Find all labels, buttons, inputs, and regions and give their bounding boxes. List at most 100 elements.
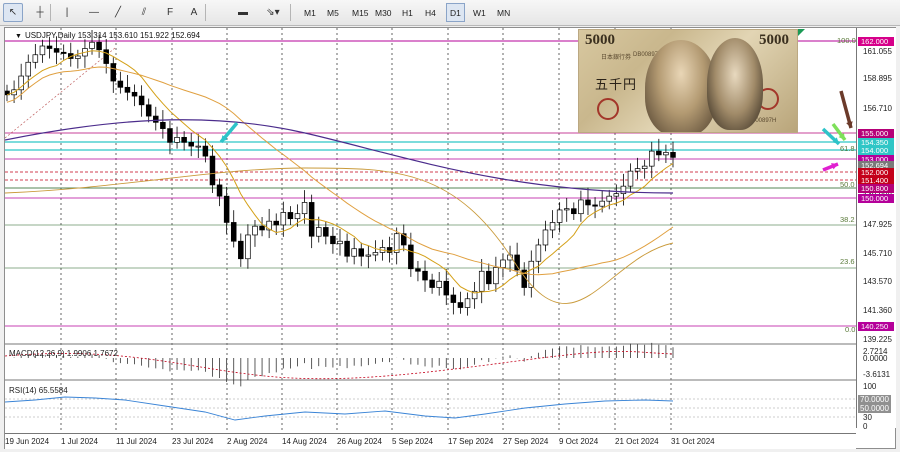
candle-body	[60, 51, 67, 54]
vertical-line-tool-button[interactable]: |	[57, 3, 77, 22]
candle-body	[273, 220, 279, 226]
candle-body	[634, 168, 641, 172]
timeframe-m1[interactable]: M1	[300, 3, 320, 22]
trendline-icon: ╱	[114, 7, 122, 18]
rsi-label: RSI(14) 65.5584	[9, 386, 68, 395]
candle-body	[216, 184, 223, 197]
candle-body	[386, 247, 393, 253]
timeframe-w1[interactable]: W1	[469, 3, 490, 22]
date-axis[interactable]: 19 Jun 2024 1 Jul 2024 11 Jul 2024 23 Jul 2…	[5, 433, 856, 449]
date-tick: 9 Oct 2024	[559, 437, 599, 446]
yen-banknote-image: 5000 5000 日本銀行券 DB00897H 五千円 DB00897H	[578, 29, 798, 133]
candle-body	[96, 41, 102, 51]
note-denomination-left: 5000	[585, 32, 615, 48]
crosshair-tool-button[interactable]: ┼	[28, 3, 52, 22]
candle-body	[578, 199, 584, 215]
timeframe-d1[interactable]: D1	[446, 3, 465, 22]
candle-body	[535, 244, 542, 262]
candle-body	[315, 227, 322, 237]
timeframe-mn[interactable]: MN	[493, 3, 514, 22]
chart-window[interactable]: ▼ USDJPY,Daily 153.314 153.610 151.922 15…	[4, 27, 896, 449]
symbol-info: ▼ USDJPY,Daily 153.314 153.610 151.922 15…	[15, 31, 201, 40]
candle-body	[181, 137, 187, 143]
candle-body	[110, 63, 117, 82]
candle-body	[160, 121, 166, 129]
fib-level-label: 61.8	[840, 144, 855, 153]
date-tick: 2 Aug 2024	[227, 437, 268, 446]
rsi-tick: 30	[863, 413, 872, 422]
note-seal-left	[597, 98, 619, 120]
price-tick: 139.225	[863, 335, 892, 344]
candle-body	[53, 48, 60, 53]
candle-body	[464, 298, 471, 308]
shapes-dropdown-tool-button[interactable]: ⇘▾	[258, 3, 288, 22]
candle-body	[641, 165, 648, 169]
date-tick: 23 Jul 2024	[172, 437, 214, 446]
candle-body	[195, 145, 202, 148]
candle-body	[450, 294, 457, 303]
candle-body	[408, 244, 414, 270]
note-issuer: 日本銀行券	[601, 55, 632, 61]
candle-body	[174, 137, 180, 143]
candle-body	[599, 200, 605, 207]
candle-body	[32, 54, 39, 63]
rsi-tick: 70.0000	[858, 395, 891, 404]
candle-body	[542, 229, 549, 246]
candle-body	[415, 268, 421, 272]
price-axis[interactable]: 161.055158.895156.710154.350152.110149.9…	[856, 28, 896, 431]
portrait-ichiyo	[707, 38, 763, 130]
candle-body	[188, 142, 194, 147]
candle-body	[245, 234, 251, 260]
price-level-tag: 140.250	[858, 322, 894, 331]
timeframe-h4[interactable]: H4	[421, 3, 440, 22]
note-denomination-right: 5000	[759, 32, 789, 48]
candle-body	[351, 248, 357, 257]
candle-body	[372, 252, 379, 256]
candle-body	[358, 248, 365, 257]
candle-body	[344, 240, 350, 257]
candle-body	[493, 267, 499, 285]
candle-body	[259, 225, 265, 231]
candle-body	[620, 185, 627, 195]
candle-body	[500, 259, 506, 268]
price-tick: 141.360	[863, 306, 892, 315]
note-kanji: 五千円	[595, 78, 638, 93]
horizontal-line-icon: —	[89, 7, 99, 18]
date-tick: 11 Jul 2024	[116, 437, 157, 446]
candle-body	[514, 254, 520, 271]
candle-body	[571, 208, 577, 215]
rectangle-label-tool-button[interactable]: ▬	[232, 3, 254, 22]
macd-tick: -3.6131	[863, 370, 891, 379]
cursor-tool-button[interactable]: ↖	[3, 3, 23, 22]
text-tool-button[interactable]: A	[184, 3, 204, 22]
timeframe-m15[interactable]: M15	[348, 3, 373, 22]
candle-body	[592, 204, 598, 207]
fib-level-label: 50.0	[840, 180, 855, 189]
candle-body	[25, 61, 32, 77]
date-tick: 21 Oct 2024	[615, 437, 659, 446]
fib-level-label: 0.0	[845, 325, 856, 334]
candle-body	[287, 212, 294, 220]
horizontal-line-tool-button[interactable]: —	[84, 3, 104, 22]
candle-body	[670, 152, 676, 158]
price-level-tag: 154.000	[858, 146, 894, 155]
timeframe-h1[interactable]: H1	[398, 3, 417, 22]
rsi-tick: 100	[863, 382, 877, 391]
candle-body	[89, 41, 95, 49]
candle-body	[230, 222, 237, 242]
date-tick: 19 Jun 2024	[5, 437, 50, 446]
channel-tool-button[interactable]: ⫽	[134, 3, 154, 22]
rsi-line	[5, 396, 674, 421]
price-level-tag: 155.000	[858, 129, 894, 138]
candle-body	[613, 193, 620, 197]
candle-body	[323, 227, 329, 237]
fibonacci-tool-button[interactable]: F	[160, 3, 180, 22]
price-tick: 161.055	[863, 47, 892, 56]
date-tick: 14 Aug 2024	[282, 437, 327, 446]
timeframe-m30[interactable]: M30	[371, 3, 396, 22]
candle-body	[606, 195, 612, 202]
candle-body	[330, 235, 336, 245]
trendline-tool-button[interactable]: ╱	[108, 3, 128, 22]
timeframe-m5[interactable]: M5	[323, 3, 343, 22]
candle-body	[75, 55, 81, 59]
